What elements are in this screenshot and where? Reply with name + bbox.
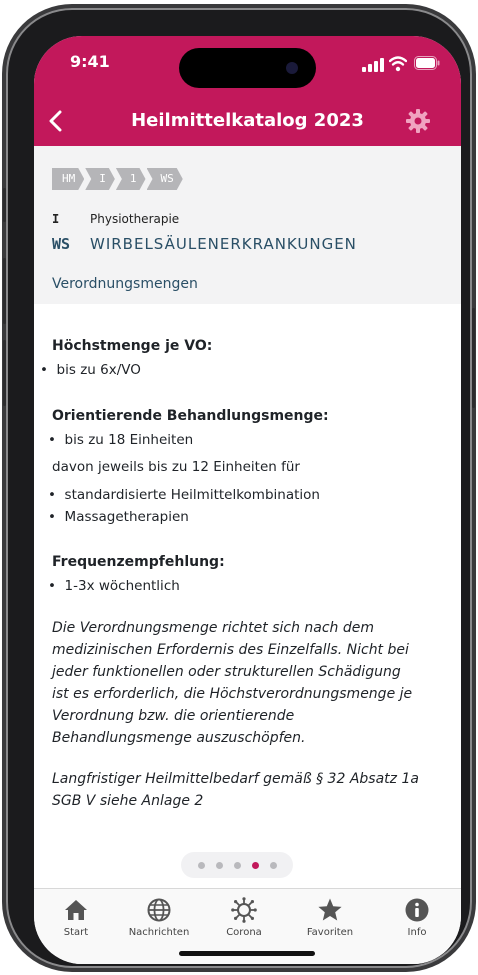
power-button xyxy=(472,308,475,408)
category-code: I xyxy=(52,212,60,226)
orient-heading: Orientierende Behandlungsmenge: xyxy=(52,408,329,424)
orient-subtext: davon jeweils bis zu 12 Einheiten für xyxy=(52,459,300,475)
breadcrumb-item[interactable]: I xyxy=(85,168,115,190)
list-item: • 1-3x wöchentlich xyxy=(48,578,180,594)
info-header: HM I 1 WS I Physiotherapie WS WIRBELSÄULEN… xyxy=(34,146,461,306)
diagnosis-row: WS WIRBELSÄULENERKRANKUNGEN xyxy=(52,235,357,253)
phone-frame: 9:41 Heilmittelkatalog 2023 HM I 1 WS I … xyxy=(3,8,475,968)
volume-up-button xyxy=(3,258,6,324)
tab-favoriten[interactable]: Favoriten xyxy=(290,897,370,938)
page-title: Heilmittelkatalog 2023 xyxy=(131,110,364,131)
frequency-heading: Frequenzempfehlung: xyxy=(52,554,225,570)
tab-info[interactable]: Info xyxy=(377,897,457,938)
star-icon xyxy=(318,898,342,921)
page-dot[interactable] xyxy=(233,861,241,869)
signal-icon xyxy=(362,58,384,72)
note2-paragraph: Langfristiger Heilmittelbedarf gemäß § 3… xyxy=(52,771,419,809)
note-paragraph: Die Verordnungsmenge richtet sich nach d… xyxy=(52,620,413,746)
home-indicator[interactable] xyxy=(179,951,315,956)
camera-icon xyxy=(286,62,298,74)
page-dot[interactable] xyxy=(197,861,205,869)
page-indicator[interactable] xyxy=(181,852,293,878)
category-row: I Physiotherapie xyxy=(52,212,179,226)
page-dot[interactable] xyxy=(215,861,223,869)
status-bar: 9:41 xyxy=(34,36,461,96)
dynamic-island xyxy=(179,48,316,88)
breadcrumb: HM I 1 WS xyxy=(52,168,184,190)
list-item: • standardisierte Heilmittelkombination xyxy=(48,487,320,503)
list-item: • Massagetherapien xyxy=(48,509,189,525)
top-bar: 9:41 Heilmittelkatalog 2023 xyxy=(34,36,461,146)
wifi-icon xyxy=(389,56,407,72)
gear-icon[interactable] xyxy=(405,108,431,134)
battery-icon xyxy=(414,56,440,70)
virus-icon xyxy=(231,897,257,923)
category-label: Physiotherapie xyxy=(90,212,180,226)
screen: 9:41 Heilmittelkatalog 2023 HM I 1 WS I … xyxy=(34,36,461,964)
page-dot[interactable] xyxy=(269,861,277,869)
breadcrumb-item[interactable]: HM xyxy=(52,168,84,190)
volume-down-button xyxy=(3,340,6,406)
diagnosis-label: WIRBELSÄULENERKRANKUNGEN xyxy=(90,235,357,253)
page-dot-active[interactable] xyxy=(251,861,259,869)
max-heading: Höchstmenge je VO: xyxy=(52,338,213,354)
globe-icon xyxy=(147,898,171,922)
nav-header: Heilmittelkatalog 2023 xyxy=(34,98,461,144)
tab-bar: Start Nachrichten Corona Favoriten Info xyxy=(34,888,461,964)
mute-switch xyxy=(3,188,6,222)
house-icon xyxy=(65,900,87,920)
diagnosis-code: WS xyxy=(52,235,71,253)
tab-verordnungsmengen[interactable]: Verordnungsmengen xyxy=(42,272,208,306)
list-item: • bis zu 6x/VO xyxy=(40,362,141,378)
main-content: Höchstmenge je VO: • bis zu 6x/VO Orient… xyxy=(34,304,461,864)
tab-nachrichten[interactable]: Nachrichten xyxy=(119,897,199,938)
info-icon xyxy=(405,898,429,922)
tab-corona[interactable]: Corona xyxy=(204,897,284,938)
tab-start[interactable]: Start xyxy=(36,897,116,938)
breadcrumb-item[interactable]: 1 xyxy=(116,168,146,190)
status-time: 9:41 xyxy=(70,52,110,71)
breadcrumb-item[interactable]: WS xyxy=(147,168,183,190)
list-item: • bis zu 18 Einheiten xyxy=(48,432,194,448)
